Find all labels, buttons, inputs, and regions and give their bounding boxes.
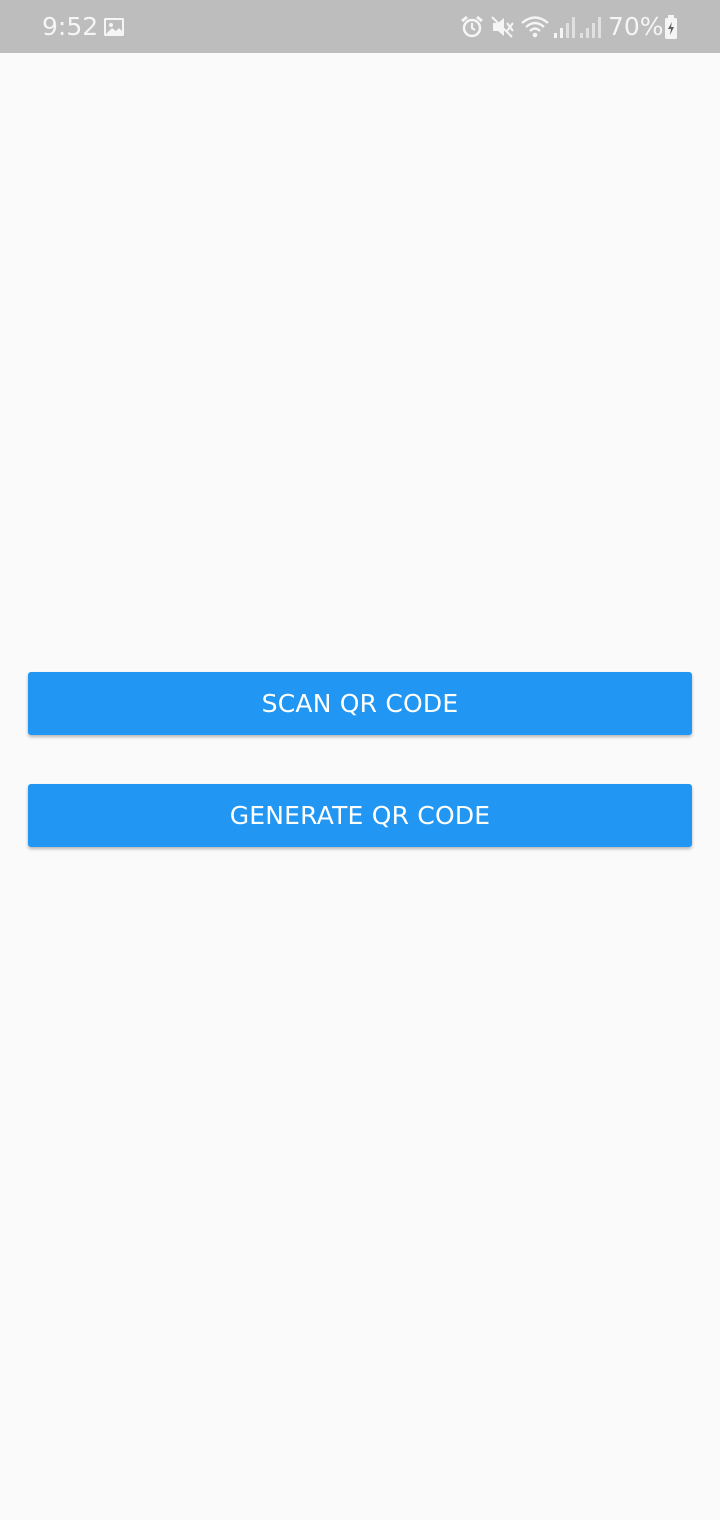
signal-icon bbox=[580, 17, 601, 38]
alarm-icon bbox=[461, 15, 483, 38]
battery-icon bbox=[665, 15, 677, 39]
wifi-icon bbox=[521, 16, 549, 38]
mute-icon bbox=[491, 16, 514, 38]
status-bar: 9:52 70% bbox=[0, 0, 720, 53]
signal-icon bbox=[554, 17, 575, 38]
scan-qr-code-button[interactable]: SCAN QR CODE bbox=[28, 672, 692, 735]
generate-qr-code-button[interactable]: GENERATE QR CODE bbox=[28, 784, 692, 847]
status-time: 9:52 bbox=[42, 12, 99, 41]
gallery-icon bbox=[104, 18, 124, 36]
battery-percent: 70% bbox=[608, 12, 664, 41]
